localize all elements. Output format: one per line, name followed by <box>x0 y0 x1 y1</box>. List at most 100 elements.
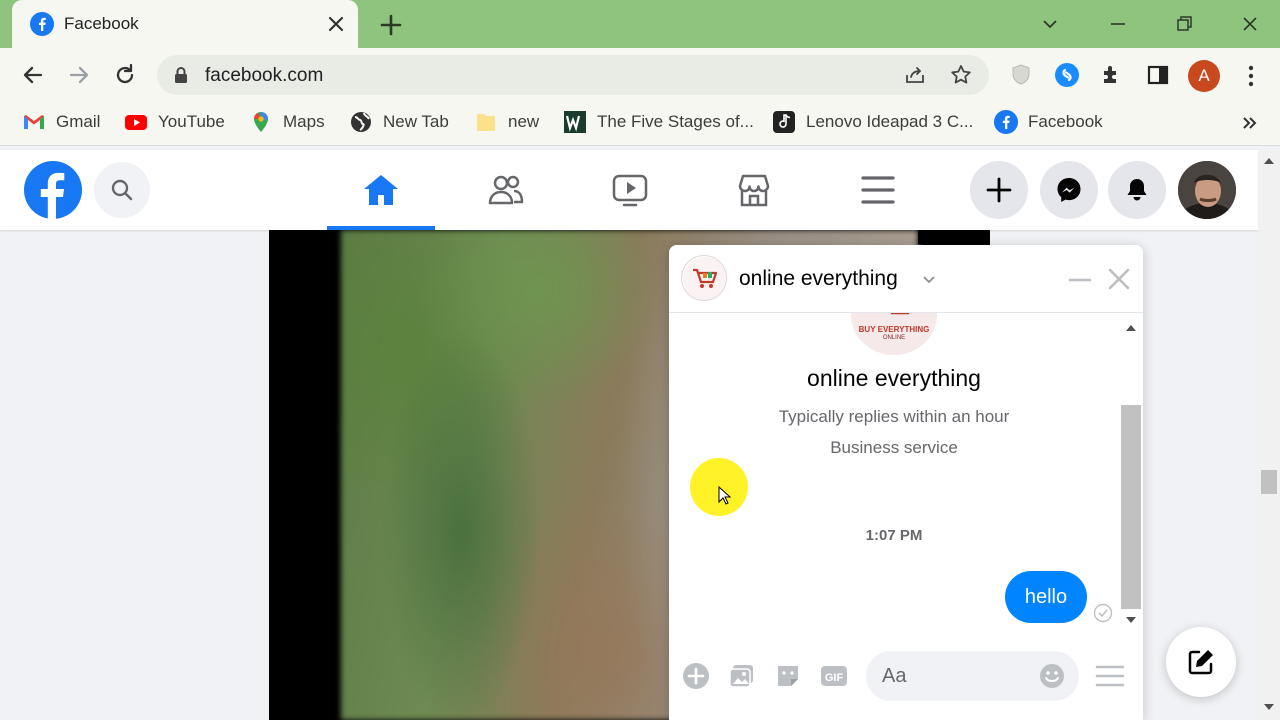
chat-header[interactable]: online everything <box>669 245 1143 313</box>
logo-subtext: ONLINE <box>882 335 906 341</box>
shield-extension-icon[interactable] <box>1007 61 1035 89</box>
url-text[interactable]: facebook.com <box>205 65 323 87</box>
more-bookmarks-chevron-icon[interactable] <box>1236 110 1262 136</box>
scroll-down-arrow-icon[interactable] <box>1263 702 1275 712</box>
browser-tab-strip: Facebook <box>0 0 1280 48</box>
globe-icon <box>351 112 371 132</box>
w-icon <box>564 111 586 133</box>
compose-edit-icon <box>1188 650 1213 675</box>
extensions-puzzle-icon[interactable] <box>1098 61 1126 89</box>
scroll-up-arrow-icon[interactable] <box>1263 156 1275 166</box>
browser-tab-facebook[interactable]: Facebook <box>12 0 358 48</box>
side-panel-icon[interactable] <box>1144 61 1172 89</box>
maps-icon <box>254 112 268 132</box>
lock-icon[interactable] <box>173 66 189 84</box>
page-scrollbar-thumb[interactable] <box>1261 470 1277 494</box>
new-tab-plus-icon[interactable] <box>378 12 404 38</box>
svg-text:GIF: GIF <box>825 672 844 684</box>
bookmark-new-tab[interactable]: New Tab <box>349 109 449 135</box>
reload-icon[interactable] <box>111 61 139 89</box>
chat-page-avatar[interactable] <box>681 255 727 301</box>
scroll-up-arrow-icon[interactable] <box>1125 323 1137 333</box>
nav-tab-home[interactable] <box>327 150 435 230</box>
emoji-icon[interactable] <box>1038 662 1066 690</box>
shazam-icon[interactable] <box>1053 61 1081 89</box>
bookmark-lenovo[interactable]: Lenovo Ideapad 3 C... <box>772 109 973 135</box>
more-options-lines-icon[interactable] <box>1095 663 1125 689</box>
messenger-button[interactable] <box>1040 161 1098 219</box>
facebook-logo-icon[interactable] <box>24 161 82 219</box>
music-note-icon <box>773 111 795 133</box>
business-category-text: Business service <box>830 438 958 457</box>
facebook-icon <box>30 12 54 36</box>
minimize-window-icon[interactable] <box>1104 10 1132 38</box>
search-icon <box>111 179 133 201</box>
avatar <box>1178 161 1236 219</box>
video-letterbox <box>918 230 990 244</box>
folder-icon <box>477 114 495 131</box>
forward-arrow-icon[interactable] <box>65 61 93 89</box>
message-composer[interactable] <box>866 651 1079 701</box>
nav-tab-watch[interactable] <box>576 150 684 230</box>
plus-icon <box>986 177 1012 203</box>
gmail-icon <box>24 115 44 129</box>
hamburger-menu-icon <box>861 176 895 204</box>
message-timestamp: 1:07 PM <box>865 527 923 544</box>
chat-scrollbar-thumb[interactable] <box>1121 405 1141 609</box>
nav-tab-marketplace[interactable] <box>700 150 808 230</box>
nav-tab-friends[interactable] <box>452 150 560 230</box>
tab-title: Facebook <box>64 14 139 33</box>
new-message-button[interactable] <box>1166 627 1236 697</box>
bookmark-maps[interactable]: Maps <box>249 109 325 135</box>
facebook-search-button[interactable] <box>94 162 150 218</box>
bookmark-star-icon[interactable] <box>949 63 973 87</box>
gif-icon[interactable]: GIF <box>819 661 849 691</box>
page-scrollbar[interactable] <box>1258 150 1280 720</box>
close-window-icon[interactable] <box>1236 10 1264 38</box>
chat-scrollbar[interactable] <box>1119 319 1143 631</box>
facebook-profile-avatar[interactable] <box>1178 161 1236 219</box>
kebab-menu-icon[interactable] <box>1237 62 1265 90</box>
bookmark-youtube[interactable]: YouTube <box>124 109 225 135</box>
create-button[interactable] <box>970 161 1028 219</box>
mouse-pointer-icon <box>718 486 732 505</box>
bookmark-facebook[interactable]: Facebook <box>994 109 1103 135</box>
shopping-cart-logo-icon <box>890 313 910 315</box>
share-icon[interactable] <box>903 63 927 87</box>
minimize-chat-icon[interactable] <box>1067 267 1093 293</box>
bookmark-new-folder[interactable]: new <box>474 109 539 135</box>
close-chat-icon[interactable] <box>1105 265 1133 293</box>
browser-toolbar: facebook.com A <box>0 48 1280 100</box>
logo-text: BUY EVERYTHING <box>858 325 930 334</box>
outgoing-message-bubble[interactable]: hello <box>1005 571 1087 623</box>
add-circle-icon[interactable] <box>681 661 711 691</box>
chat-profile-avatar[interactable]: BUY EVERYTHING ONLINE <box>851 313 937 355</box>
shopping-cart-logo-icon <box>683 257 726 300</box>
sent-check-icon <box>1093 603 1113 623</box>
bookmark-gmail[interactable]: Gmail <box>22 109 100 135</box>
address-bar[interactable]: facebook.com <box>157 55 989 95</box>
close-icon[interactable] <box>324 12 348 36</box>
chevron-down-icon[interactable] <box>921 271 937 287</box>
restore-window-icon[interactable] <box>1170 10 1198 38</box>
bookmark-five-stages[interactable]: The Five Stages of... <box>563 109 754 135</box>
video-play-icon <box>612 174 648 207</box>
back-arrow-icon[interactable] <box>19 61 47 89</box>
tab-search-chevron-icon[interactable] <box>1036 10 1064 38</box>
facebook-icon <box>994 110 1018 134</box>
photo-icon[interactable] <box>727 661 757 691</box>
message-input[interactable] <box>882 663 1032 689</box>
chat-title[interactable]: online everything <box>739 267 898 291</box>
messenger-icon <box>1057 178 1081 202</box>
home-icon <box>364 175 398 205</box>
chat-profile-name[interactable]: online everything <box>669 365 1119 392</box>
notifications-button[interactable] <box>1108 161 1166 219</box>
bookmarks-bar: Gmail YouTube Maps New Tab new The Five … <box>0 100 1280 146</box>
sticker-icon[interactable] <box>773 661 803 691</box>
facebook-header <box>0 150 1258 230</box>
nav-tab-menu[interactable] <box>824 150 932 230</box>
chat-composer-bar: GIF <box>669 643 1143 720</box>
scroll-down-arrow-icon[interactable] <box>1125 615 1137 625</box>
chrome-profile-avatar[interactable]: A <box>1188 60 1220 92</box>
reply-time-text: Typically replies within an hour <box>778 407 1010 426</box>
